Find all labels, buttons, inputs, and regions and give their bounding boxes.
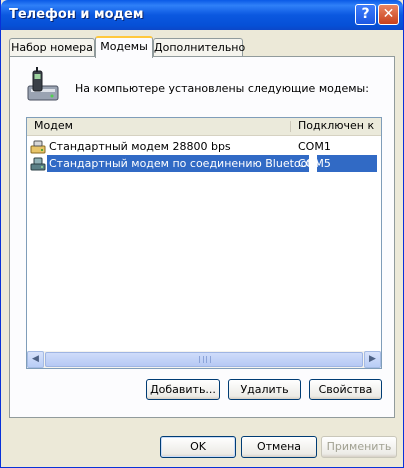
chevron-left-icon: ◀	[32, 354, 39, 364]
chevron-right-icon: ▶	[369, 354, 376, 364]
scroll-thumb[interactable]	[45, 352, 363, 367]
add-button[interactable]: Добавить...	[146, 379, 220, 400]
properties-button[interactable]: Свойства	[309, 379, 382, 400]
modem-list[interactable]: Модем Подключен к Стандартный модем 2880…	[26, 117, 382, 369]
title-bar[interactable]: Телефон и модем ? ✕	[1, 0, 403, 30]
phone-modem-icon	[25, 66, 65, 106]
bluetooth-modem-icon	[30, 156, 46, 172]
horizontal-scrollbar[interactable]: ◀ ▶	[27, 351, 381, 368]
modem-name: Стандартный модем по соединению Bluetoot…	[49, 157, 319, 170]
scroll-right-button[interactable]: ▶	[364, 351, 381, 368]
grip-icon	[199, 356, 211, 363]
column-header-modem[interactable]: Модем	[27, 118, 290, 134]
window-title: Телефон и модем	[9, 7, 144, 22]
apply-button[interactable]: Применить	[321, 436, 397, 458]
close-button[interactable]: ✕	[378, 4, 399, 25]
scroll-left-button[interactable]: ◀	[27, 351, 44, 368]
table-row[interactable]: Стандартный модем по соединению Bluetoot…	[27, 155, 377, 172]
column-header-port[interactable]: Подключен к	[291, 118, 381, 134]
remove-button[interactable]: Удалить	[228, 379, 301, 400]
dialog-window: Телефон и модем ? ✕ Набор номера Модемы …	[0, 0, 404, 468]
modem-icon	[30, 139, 46, 155]
close-icon: ✕	[382, 6, 395, 22]
ok-button[interactable]: OK	[160, 436, 236, 458]
table-row[interactable]: Стандартный модем 28800 bps COM1	[27, 138, 377, 155]
tab-dialing[interactable]: Набор номера	[9, 38, 95, 57]
help-button[interactable]: ?	[355, 4, 376, 25]
tab-advanced[interactable]: Дополнительно	[153, 38, 245, 57]
help-icon: ?	[361, 6, 370, 22]
list-header: Модем Подключен к	[27, 118, 381, 136]
modem-port: COM1	[298, 140, 331, 153]
modem-name: Стандартный модем 28800 bps	[49, 140, 231, 153]
tab-modems[interactable]: Модемы	[95, 36, 153, 58]
modem-port: COM5	[298, 157, 331, 170]
cancel-button[interactable]: Отмена	[241, 436, 317, 458]
modems-description: На компьютере установлены следующие моде…	[75, 82, 369, 95]
